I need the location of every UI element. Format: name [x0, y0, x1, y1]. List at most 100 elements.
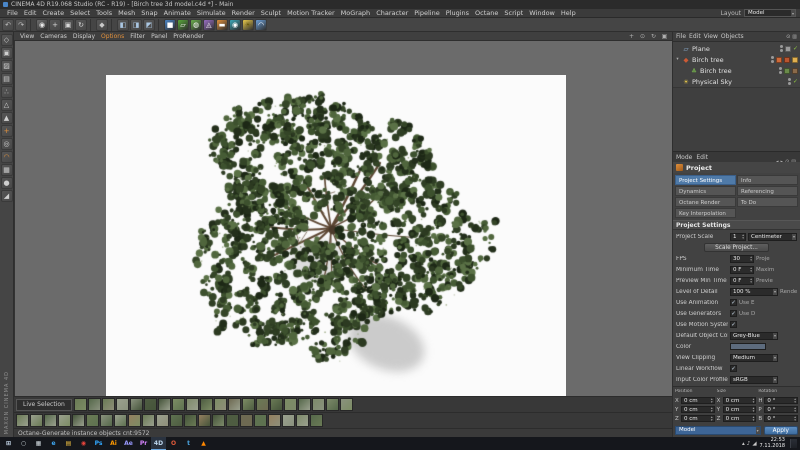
material-thumbnail[interactable] [16, 414, 29, 427]
move-icon[interactable]: + [49, 19, 61, 31]
object-tag-icon[interactable] [776, 57, 782, 63]
color-swatch[interactable] [730, 343, 766, 350]
viewport-solo-icon[interactable]: ● [1, 177, 13, 189]
menu-help[interactable]: Help [558, 9, 579, 17]
spin-down-icon[interactable]: ▾ [711, 401, 713, 404]
enable-axis-icon[interactable]: + [1, 125, 13, 137]
material-thumbnail[interactable] [102, 398, 115, 411]
scale-icon[interactable]: ▣ [62, 19, 74, 31]
visibility-dots-icon[interactable] [779, 67, 782, 74]
material-thumbnail[interactable] [86, 414, 99, 427]
points-mode-icon[interactable]: ∴ [1, 86, 13, 98]
tray-expand-icon[interactable]: ▴ [742, 441, 745, 447]
telegram-icon[interactable]: t [181, 437, 196, 450]
undo-icon[interactable]: ↶ [2, 19, 14, 31]
material-thumbnail[interactable] [170, 414, 183, 427]
enabled-check-icon[interactable]: ✓ [793, 78, 798, 85]
menu-mesh[interactable]: Mesh [115, 9, 138, 17]
material-thumbnail[interactable] [114, 414, 127, 427]
spinner-icon[interactable]: ▴▾ [752, 416, 755, 422]
menu-simulate[interactable]: Simulate [194, 9, 229, 17]
live-selection-icon[interactable]: ◉ [36, 19, 48, 31]
coord-value-field[interactable]: 0 cm▴▾ [723, 397, 757, 404]
floor-icon[interactable]: ▬ [216, 19, 228, 31]
premiere-icon[interactable]: Pr [136, 437, 151, 450]
object-tag-icon[interactable] [792, 68, 798, 74]
menu-render[interactable]: Render [229, 9, 258, 17]
object-tag-icon[interactable] [784, 68, 790, 74]
material-thumbnail[interactable] [268, 414, 281, 427]
material-thumbnail[interactable] [312, 398, 325, 411]
om-menu-edit[interactable]: Edit [689, 33, 701, 40]
editor-visibility-dot[interactable] [780, 45, 783, 48]
light-icon[interactable]: ☀ [242, 19, 254, 31]
visibility-dots-icon[interactable] [771, 56, 774, 63]
coord-value-field[interactable]: 0 °▴▾ [764, 415, 798, 422]
spin-down-icon[interactable]: ▾ [742, 237, 744, 240]
toggle-view-icon[interactable]: ▣ [660, 33, 669, 40]
material-thumbnail[interactable] [256, 398, 269, 411]
material-thumbnail[interactable] [116, 398, 129, 411]
viewport-menu-panel[interactable]: Panel [148, 33, 170, 40]
action-center-button[interactable] [790, 439, 797, 448]
default-object-color-select[interactable]: Grey-Blue▾ [730, 332, 778, 340]
coordinate-system-icon[interactable]: ◆ [96, 19, 108, 31]
material-thumbnail[interactable] [282, 414, 295, 427]
material-thumbnail[interactable] [284, 398, 297, 411]
spinner-icon[interactable]: ▴▾ [710, 407, 713, 413]
material-thumbnail[interactable] [226, 414, 239, 427]
attr-tab-referencing[interactable]: Referencing [737, 186, 798, 196]
octane-icon[interactable]: O [166, 437, 181, 450]
object-tag-icon[interactable] [785, 46, 791, 52]
material-thumbnail[interactable] [340, 398, 353, 411]
spinner-icon[interactable]: ▴▾ [793, 407, 796, 413]
camera-icon[interactable]: ◉ [229, 19, 241, 31]
material-thumbnail[interactable] [212, 414, 225, 427]
coord-value-field[interactable]: 0 cm▴▾ [681, 406, 715, 413]
menu-window[interactable]: Window [526, 9, 558, 17]
workplane-lock-icon[interactable]: ▦ [1, 164, 13, 176]
material-thumbnail[interactable] [144, 398, 157, 411]
spin-down-icon[interactable]: ▾ [794, 419, 796, 422]
measure-icon[interactable]: ◢ [1, 190, 13, 202]
material-thumbnail[interactable] [296, 414, 309, 427]
spinner-icon[interactable]: ▴▾ [752, 407, 755, 413]
coord-value-field[interactable]: 0 °▴▾ [764, 397, 798, 404]
viewport-menu-options[interactable]: Options [98, 33, 127, 40]
titlebar[interactable]: CINEMA 4D R19.068 Studio (RC - R19) - [B… [0, 0, 800, 9]
editor-visibility-dot[interactable] [788, 78, 791, 81]
object-tag-icon[interactable] [792, 57, 798, 63]
rotate-icon[interactable]: ↻ [75, 19, 87, 31]
cinema4d-icon[interactable]: 4D [151, 437, 166, 450]
level-of-detail-select[interactable]: 100 %▾ [730, 288, 778, 296]
spinner-icon[interactable]: ▴▾ [710, 398, 713, 404]
menu-octane[interactable]: Octane [472, 9, 501, 17]
render-settings-icon[interactable]: ◩ [143, 19, 155, 31]
menu-character[interactable]: Character [373, 9, 411, 17]
om-menu-file[interactable]: File [676, 33, 686, 40]
editor-visibility-dot[interactable] [771, 56, 774, 59]
use-motion-system-checkbox[interactable]: ✓ [730, 321, 737, 328]
menu-select[interactable]: Select [67, 9, 93, 17]
spin-down-icon[interactable]: ▾ [794, 401, 796, 404]
spinner-icon[interactable]: ▴▾ [749, 278, 752, 284]
material-thumbnail[interactable] [88, 398, 101, 411]
make-editable-icon[interactable]: ◇ [1, 34, 13, 46]
unit-select[interactable]: Centimeter▾ [748, 233, 797, 241]
om-menu-view[interactable]: View [704, 33, 718, 40]
use-generators-checkbox[interactable]: ✓ [730, 310, 737, 317]
spline-pen-icon[interactable]: ▱ [177, 19, 189, 31]
attr-value-field[interactable]: 30▴▾ [730, 255, 754, 263]
material-thumbnail[interactable] [186, 398, 199, 411]
render-visibility-dot[interactable] [779, 71, 782, 74]
polygons-mode-icon[interactable]: ▲ [1, 112, 13, 124]
spinner-icon[interactable]: ▴▾ [710, 416, 713, 422]
visibility-dots-icon[interactable] [788, 78, 791, 85]
object-row-birch-tree-1[interactable]: ▾◆Birch tree [673, 54, 800, 65]
menu-pipeline[interactable]: Pipeline [411, 9, 442, 17]
material-thumbnail[interactable] [158, 398, 171, 411]
texture-mode-icon[interactable]: ▨ [1, 60, 13, 72]
material-thumbnail[interactable] [240, 414, 253, 427]
expander-icon[interactable]: ▾ [675, 57, 680, 62]
menu-motion-tracker[interactable]: Motion Tracker [284, 9, 338, 17]
